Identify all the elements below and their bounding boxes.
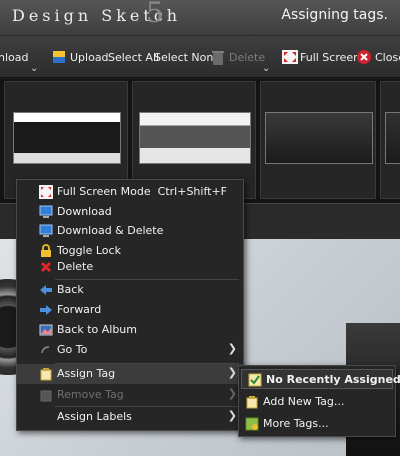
forward-arrow-icon (39, 303, 53, 317)
menu-item-label: Assign Tag (57, 367, 116, 380)
menu-item-label: Back (57, 283, 84, 296)
full-screen-icon (39, 185, 53, 199)
delete-button[interactable]: Delete (211, 48, 265, 66)
monitor-icon (39, 224, 53, 238)
menu-item-label: Full Screen Mode (57, 185, 151, 198)
menu-item-label: Download & Delete (57, 224, 164, 237)
app-window: Design Sketch 5 Assigning tags. nload ⌄ … (0, 0, 400, 456)
download-label: nload (0, 50, 29, 64)
full-screen-button[interactable]: Full Screen (282, 48, 360, 66)
select-all-label: Select All (108, 50, 160, 64)
menu-item-forward[interactable]: Forward (17, 300, 243, 320)
download-button[interactable]: nload (0, 48, 28, 66)
upload-button[interactable]: Upload (52, 48, 109, 66)
checklist-icon (248, 373, 262, 387)
submenu-arrow-icon: ❯ (227, 387, 237, 400)
submenu-arrow-icon: ❯ (227, 409, 237, 422)
menu-item-label: Download (57, 205, 112, 218)
menu-item-go-to[interactable]: Go To ❯ (17, 340, 243, 360)
full-screen-icon (282, 50, 298, 64)
full-screen-label: Full Screen (300, 50, 361, 64)
menu-item-remove-tag[interactable]: Remove Tag ❯ (17, 385, 243, 405)
thumbnail-image (265, 112, 373, 164)
upload-icon (52, 50, 66, 64)
shortcut-label: Ctrl+Shift+F (157, 185, 227, 198)
menu-item-full-screen-mode[interactable]: Full Screen Mode Ctrl+Shift+F (17, 182, 243, 202)
album-icon (39, 323, 53, 337)
menu-item-no-recent-tags[interactable]: No Recently Assigned Tags (241, 369, 400, 389)
title-bar: Design Sketch 5 Assigning tags. (0, 0, 400, 36)
status-text: Assigning tags. (281, 7, 388, 23)
monitor-icon (39, 205, 53, 219)
thumbnail-cell[interactable] (380, 81, 400, 199)
submenu-arrow-icon: ❯ (227, 366, 237, 379)
go-to-icon (39, 343, 53, 357)
menu-item-label: Forward (57, 303, 102, 316)
trash-icon (211, 50, 225, 65)
menu-item-label: More Tags... (263, 417, 329, 430)
menu-item-download-delete[interactable]: Download & Delete (17, 221, 243, 241)
menu-item-assign-tag[interactable]: Assign Tag ❯ (17, 364, 243, 384)
menu-item-add-new-tag[interactable]: Add New Tag... (239, 392, 395, 412)
more-tags-icon (245, 417, 259, 431)
download-dropdown-chevron-icon[interactable]: ⌄ (30, 63, 38, 74)
thumbnail-image (385, 112, 400, 164)
delete-label: Delete (229, 50, 266, 64)
tag-icon (245, 395, 259, 409)
delete-dropdown-chevron-icon[interactable]: ⌄ (262, 63, 270, 74)
tag-icon (39, 367, 53, 381)
menu-item-assign-labels[interactable]: Assign Labels ❯ (17, 407, 243, 427)
menu-item-label: Toggle Lock (57, 244, 121, 257)
close-button[interactable]: Close (357, 48, 400, 66)
assign-tag-submenu: No Recently Assigned Tags Add New Tag...… (238, 365, 400, 437)
select-all-button[interactable]: Select All (108, 48, 159, 66)
menu-item-label: Assign Labels (57, 410, 132, 423)
thumbnail-image (13, 112, 121, 164)
tag-icon (39, 388, 53, 402)
menu-item-label: No Recently Assigned Tags (266, 373, 400, 386)
menu-item-more-tags[interactable]: More Tags... (239, 414, 395, 434)
menu-item-label: Remove Tag (57, 388, 124, 401)
menu-item-label: Add New Tag... (263, 395, 345, 408)
menu-item-back-to-album[interactable]: Back to Album (17, 320, 243, 340)
menu-item-back[interactable]: Back (17, 280, 243, 300)
toolbar: nload ⌄ Upload Select All Select None De… (0, 36, 400, 78)
back-arrow-icon (39, 283, 53, 297)
thumbnail-cell[interactable] (260, 81, 376, 199)
close-label: Close (375, 50, 400, 64)
x-icon (39, 260, 53, 274)
close-icon (357, 50, 371, 64)
menu-item-label: Go To (57, 343, 88, 356)
context-menu: Full Screen Mode Ctrl+Shift+F Download D… (16, 179, 244, 431)
submenu-arrow-icon: ❯ (227, 342, 237, 355)
menu-item-delete[interactable]: Delete (17, 257, 243, 277)
menu-item-download[interactable]: Download (17, 202, 243, 222)
menu-item-label: Delete (57, 260, 94, 273)
thumbnail-image (139, 112, 251, 164)
lock-icon (39, 244, 53, 258)
app-version: 5 (146, 0, 164, 29)
upload-label: Upload (70, 50, 109, 64)
menu-item-label: Back to Album (57, 323, 137, 336)
